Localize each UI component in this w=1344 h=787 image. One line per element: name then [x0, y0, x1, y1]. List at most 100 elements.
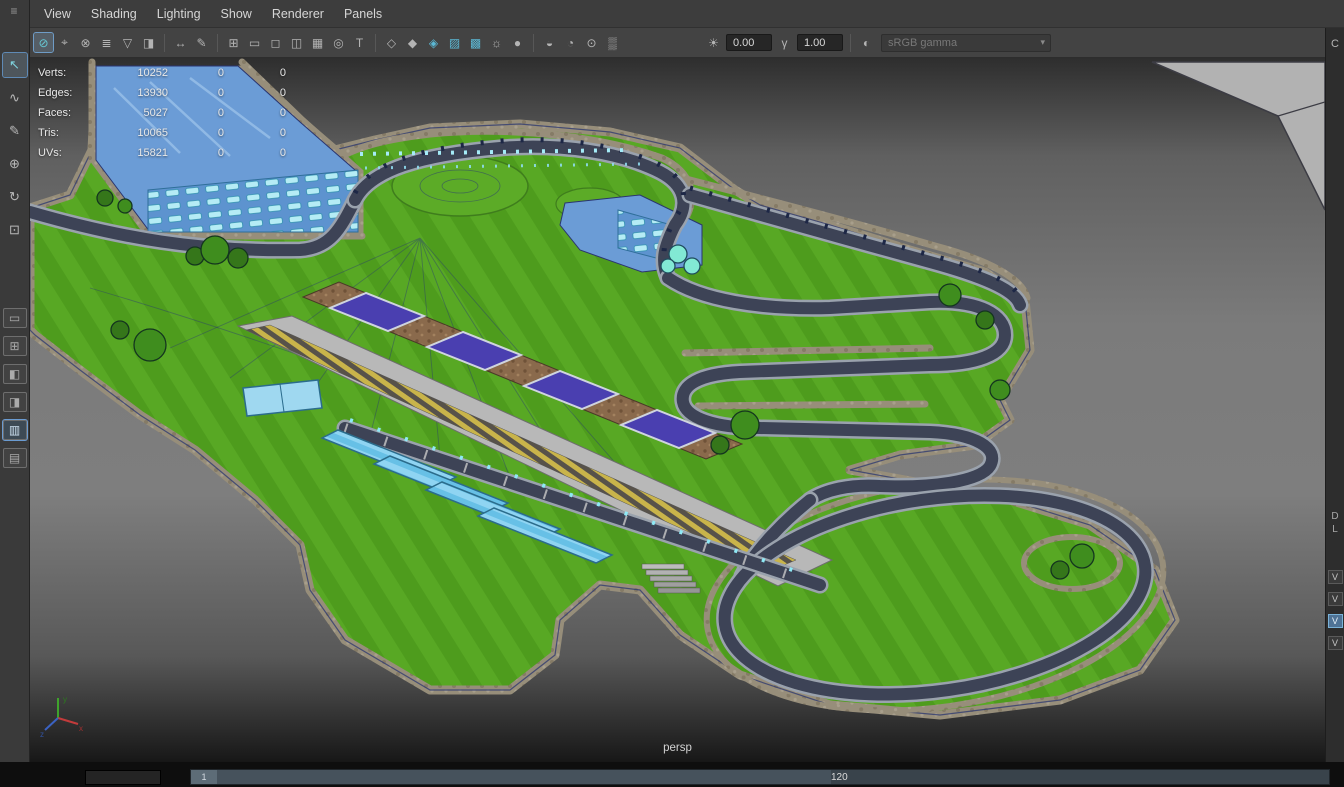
- hud-stat-value: 13930: [96, 87, 168, 99]
- hud-stat-row: Faces: 5027 0 0: [38, 103, 286, 123]
- hud-stat-col3: 0: [224, 87, 286, 99]
- heads-up-display: Verts: 10252 0 0 Edges: 13930 0 0 Faces:…: [38, 63, 286, 163]
- hud-stat-label: Tris:: [38, 127, 96, 139]
- hud-stat-col3: 0: [224, 127, 286, 139]
- toolbar-separator: [217, 34, 218, 52]
- isolate-select-icon[interactable]: ⊙: [582, 33, 601, 52]
- lasso-tool-icon[interactable]: ∿: [3, 86, 27, 110]
- pan-zoom-icon[interactable]: ↔: [171, 33, 190, 52]
- toolbar-separator: [850, 34, 851, 52]
- occlusion-icon[interactable]: ◒: [540, 33, 559, 52]
- axis-y-label: y: [63, 695, 67, 704]
- hud-stat-col2: 0: [168, 147, 224, 159]
- hud-stat-label: Edges:: [38, 87, 96, 99]
- channel-box-collapsed-strip: C DL VVVV: [1325, 28, 1344, 769]
- right-tab-display[interactable]: D: [1331, 510, 1338, 523]
- camera-attributes-icon[interactable]: ≣: [97, 33, 116, 52]
- menu-show[interactable]: Show: [211, 0, 262, 28]
- viewport-scene[interactable]: [30, 58, 1325, 762]
- hud-stat-value: 5027: [96, 107, 168, 119]
- four-pane-layout-icon[interactable]: ⊞: [3, 336, 27, 356]
- toolbar-separator: [533, 34, 534, 52]
- range-end-label: 120: [831, 772, 848, 783]
- textured-cube-icon[interactable]: ◈: [424, 33, 443, 52]
- panel-menu-bar: ViewShadingLightingShowRendererPanels: [30, 0, 1344, 28]
- hypershade-layout-icon[interactable]: ▥: [3, 420, 27, 440]
- viewport-toolbar: ⊘⌖⊗≣▽◨ ↔✎ ⊞▭◻◫▦◎T ◇◆◈▨▩☼● ◒◔⊙▒ ☀ 0.00 γ …: [30, 28, 1325, 58]
- toolbar-separator: [375, 34, 376, 52]
- shadows-icon[interactable]: ●: [508, 33, 527, 52]
- menu-lighting[interactable]: Lighting: [147, 0, 211, 28]
- bookmark-icon[interactable]: ▽: [118, 33, 137, 52]
- lights-icon[interactable]: ☼: [487, 33, 506, 52]
- film-gate-icon[interactable]: ▭: [245, 33, 264, 52]
- select-camera-icon[interactable]: ⌖: [55, 33, 74, 52]
- hud-stat-row: Verts: 10252 0 0: [38, 63, 286, 83]
- exposure-icon[interactable]: ☀: [704, 33, 723, 52]
- single-pane-layout-icon[interactable]: ▭: [3, 308, 27, 328]
- maya-window: ≡ ↖∿✎⊕↻⊡ ▭⊞◧◨▥▤ ViewShadingLightingShowR…: [0, 0, 1344, 787]
- view-axis-gizmo: y x z: [38, 690, 86, 738]
- material-override-icon[interactable]: ▨: [445, 33, 464, 52]
- gate-mask-icon[interactable]: ◫: [287, 33, 306, 52]
- toolbar-separator: [164, 34, 165, 52]
- environment-ground-plane[interactable]: [1152, 62, 1325, 210]
- layer-visibility-toggle[interactable]: V: [1328, 592, 1343, 606]
- textured-checker-icon[interactable]: ▩: [466, 33, 485, 52]
- outliner-layout-icon[interactable]: ▤: [3, 448, 27, 468]
- hud-stat-col3: 0: [224, 147, 286, 159]
- persp-outliner-layout-icon[interactable]: ◧: [3, 364, 27, 384]
- safe-title-icon[interactable]: T: [350, 33, 369, 52]
- xray-icon[interactable]: ▒: [603, 33, 622, 52]
- rotate-tool-icon[interactable]: ↻: [3, 185, 27, 209]
- motion-blur-icon[interactable]: ◔: [561, 33, 580, 52]
- hud-stat-value: 10252: [96, 67, 168, 79]
- viewport-renderer-icon[interactable]: ⊘: [34, 33, 53, 52]
- toolbox-layouts: ▭ ⊞ ◧ ◨ ▥ ▤: [3, 300, 27, 468]
- gamma-field[interactable]: 1.00: [797, 34, 843, 51]
- safe-action-icon[interactable]: ◎: [329, 33, 348, 52]
- perspective-viewport[interactable]: Verts: 10252 0 0 Edges: 13930 0 0 Faces:…: [30, 58, 1325, 762]
- camera-name-label: persp: [30, 742, 1325, 754]
- wireframe-cube-icon[interactable]: ◇: [382, 33, 401, 52]
- menu-panels[interactable]: Panels: [334, 0, 392, 28]
- select-tool-icon[interactable]: ↖: [3, 53, 27, 77]
- axis-z-label: z: [40, 730, 44, 738]
- gamma-icon[interactable]: γ: [775, 33, 794, 52]
- toolbox-grip-icon[interactable]: ≡: [10, 4, 18, 18]
- hud-stat-label: UVs:: [38, 147, 96, 159]
- move-tool-icon[interactable]: ⊕: [3, 152, 27, 176]
- range-slider[interactable]: 1 120: [190, 769, 1330, 785]
- grid-icon[interactable]: ⊞: [224, 33, 243, 52]
- layer-visibility-toggle[interactable]: V: [1328, 636, 1343, 650]
- grease-pencil-icon[interactable]: ✎: [192, 33, 211, 52]
- paint-select-tool-icon[interactable]: ✎: [3, 119, 27, 143]
- layer-visibility-toggle[interactable]: V: [1328, 614, 1343, 628]
- lock-camera-icon[interactable]: ⊗: [76, 33, 95, 52]
- menu-shading[interactable]: Shading: [81, 0, 147, 28]
- range-start-handle[interactable]: 1: [191, 770, 217, 784]
- field-chart-icon[interactable]: ▦: [308, 33, 327, 52]
- channel-box-label[interactable]: C: [1331, 38, 1339, 50]
- hud-stat-col2: 0: [168, 67, 224, 79]
- hud-stat-col2: 0: [168, 127, 224, 139]
- scale-tool-icon[interactable]: ⊡: [3, 218, 27, 242]
- hud-stat-col2: 0: [168, 107, 224, 119]
- current-frame-field[interactable]: [85, 770, 161, 785]
- exposure-field[interactable]: 0.00: [726, 34, 772, 51]
- view-transform-icon[interactable]: ◐: [857, 33, 876, 52]
- hud-stat-col3: 0: [224, 107, 286, 119]
- layer-visibility-toggle[interactable]: V: [1328, 570, 1343, 584]
- resolution-gate-icon[interactable]: ◻: [266, 33, 285, 52]
- hud-stat-row: Tris: 10065 0 0: [38, 123, 286, 143]
- menu-view[interactable]: View: [34, 0, 81, 28]
- menu-renderer[interactable]: Renderer: [262, 0, 334, 28]
- toolbox-sidebar: ≡ ↖ ∿ ✎ ⊕ ↻ ⊡ ▭ ⊞ ◧ ◨ ▥ ▤: [0, 0, 30, 769]
- hud-stat-col3: 0: [224, 67, 286, 79]
- right-tab-layers[interactable]: L: [1332, 523, 1338, 536]
- persp-graph-layout-icon[interactable]: ◨: [3, 392, 27, 412]
- shaded-cube-icon[interactable]: ◆: [403, 33, 422, 52]
- hud-stat-col2: 0: [168, 87, 224, 99]
- image-plane-icon[interactable]: ◨: [139, 33, 158, 52]
- view-transform-dropdown[interactable]: sRGB gamma ▾: [881, 34, 1051, 52]
